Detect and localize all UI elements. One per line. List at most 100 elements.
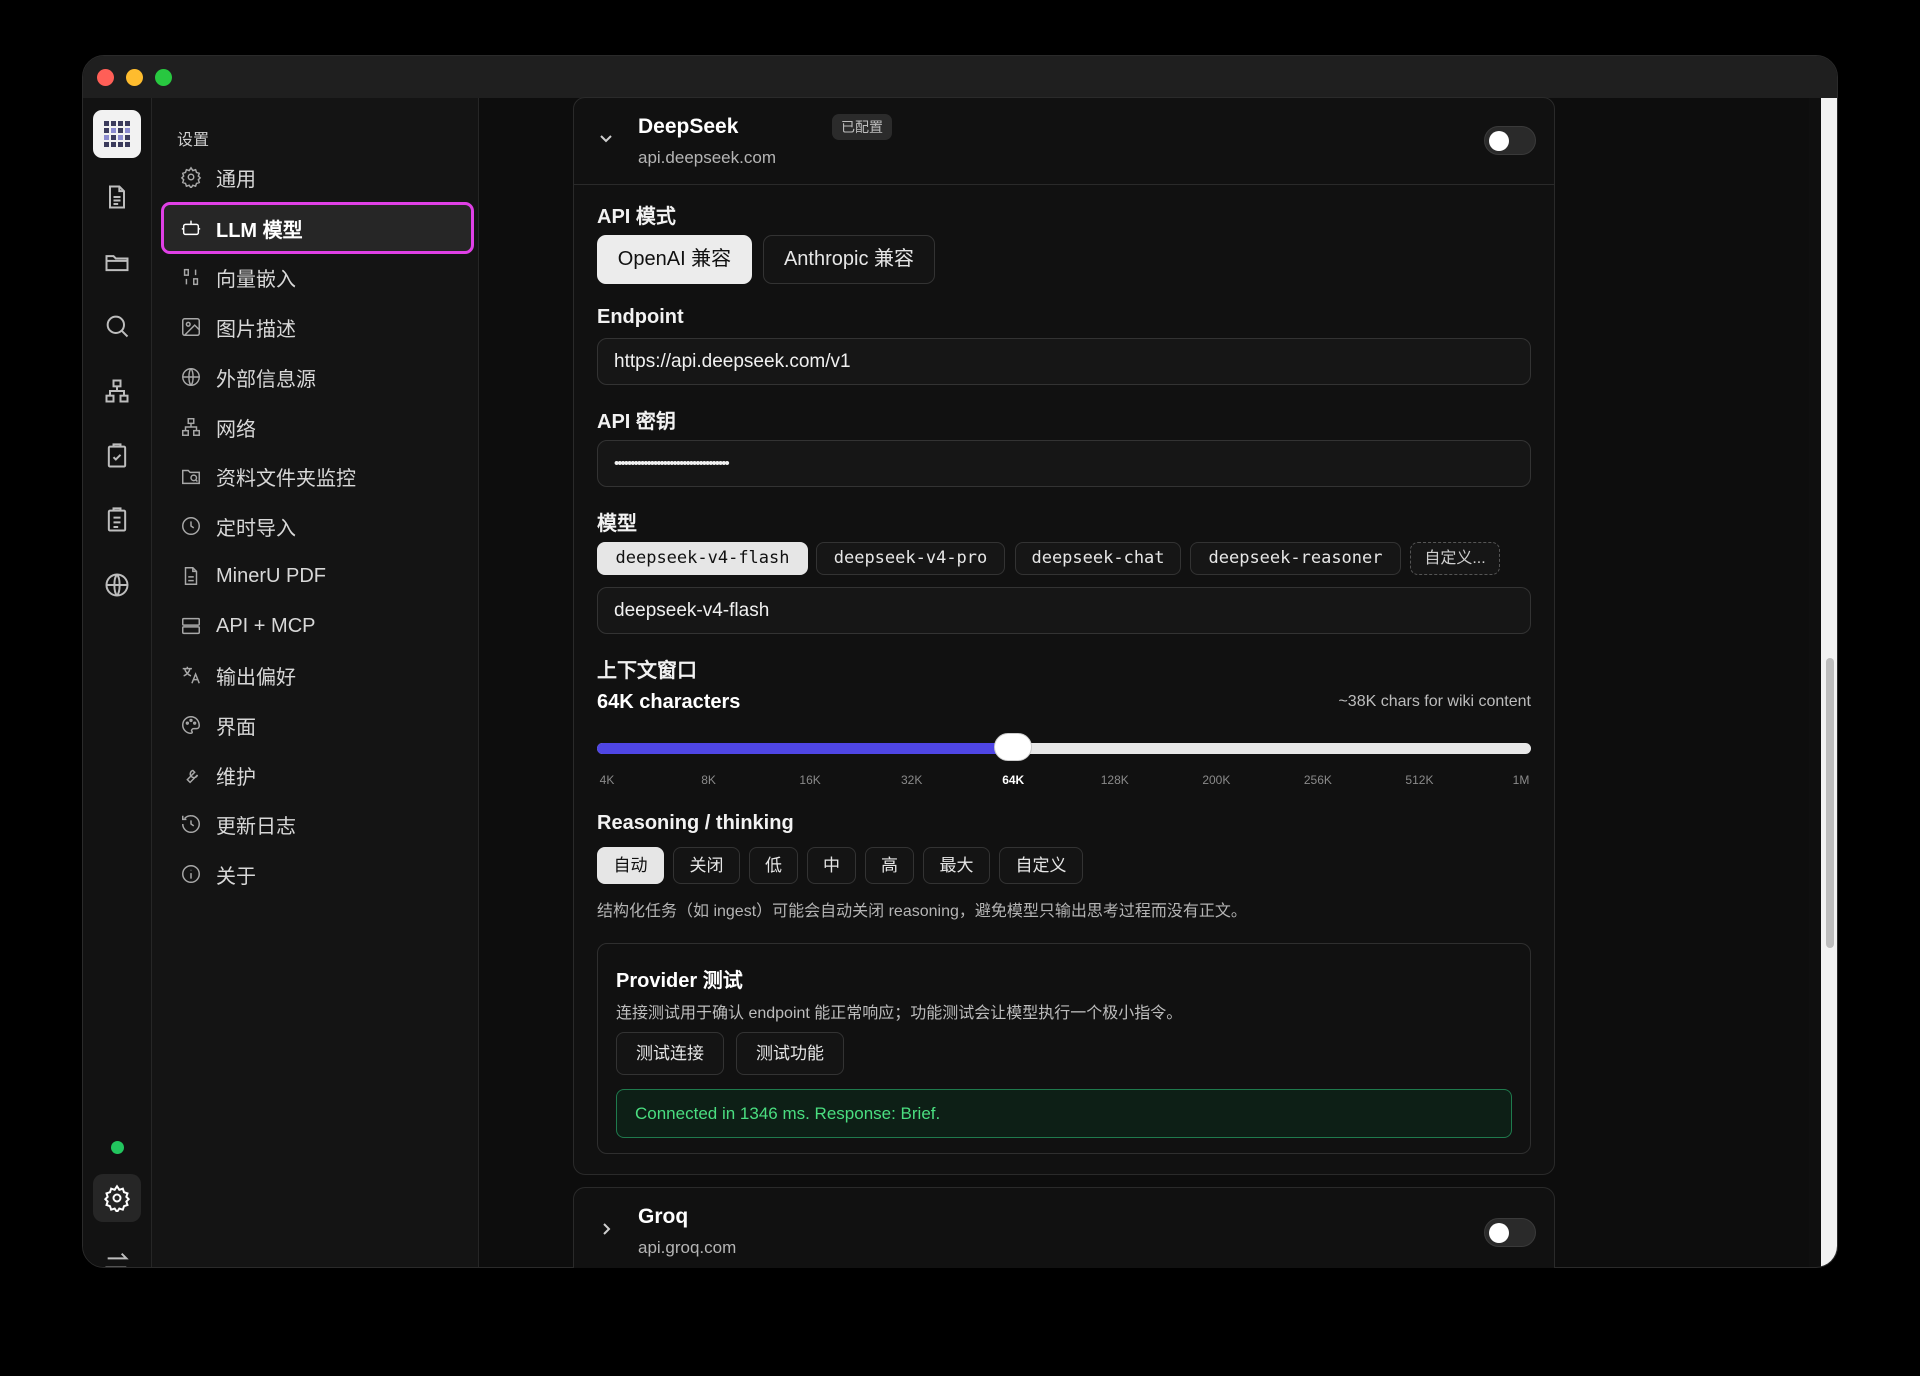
- provider-header[interactable]: Groq api.groq.com: [574, 1188, 1554, 1268]
- reasoning-option-auto[interactable]: 自动: [597, 847, 664, 884]
- slider-tick-label[interactable]: 4K: [600, 773, 615, 787]
- globe-icon[interactable]: [93, 561, 141, 609]
- minimize-window-button[interactable]: [126, 69, 143, 86]
- slider-tick-label[interactable]: 1M: [1513, 773, 1530, 787]
- sidebar-item-label: 关于: [216, 865, 256, 888]
- sidebar-item-about[interactable]: 关于: [164, 851, 479, 897]
- sidebar-item-image-description[interactable]: 图片描述: [164, 304, 479, 350]
- sidebar-item-mineru-pdf[interactable]: MinerU PDF: [164, 553, 479, 599]
- test-result-message: Connected in 1346 ms. Response: Brief.: [616, 1089, 1512, 1138]
- model-input[interactable]: deepseek-v4-flash: [597, 587, 1531, 634]
- provider-name: Groq: [638, 1205, 689, 1228]
- reasoning-option-max[interactable]: 最大: [923, 847, 990, 884]
- translate-icon: [182, 666, 200, 684]
- close-window-button[interactable]: [97, 69, 114, 86]
- provider-enable-toggle[interactable]: [1484, 1218, 1536, 1247]
- test-connection-button[interactable]: 测试连接: [616, 1032, 724, 1075]
- reasoning-option-low[interactable]: 低: [749, 847, 798, 884]
- gear-icon[interactable]: [93, 1174, 141, 1222]
- status-dot: [111, 1141, 124, 1154]
- slider-tick-label[interactable]: 8K: [701, 773, 716, 787]
- image-icon: [182, 318, 200, 336]
- test-function-button[interactable]: 测试功能: [736, 1032, 844, 1075]
- slider-handle[interactable]: [994, 733, 1033, 761]
- provider-host: api.groq.com: [638, 1238, 737, 1257]
- endpoint-input[interactable]: https://api.deepseek.com/v1: [597, 338, 1531, 385]
- sidebar-item-interface[interactable]: 界面: [164, 702, 479, 748]
- model-chip[interactable]: deepseek-v4-pro: [816, 542, 1005, 575]
- slider-tick-label[interactable]: 512K: [1405, 773, 1433, 787]
- slider-tick-label[interactable]: 128K: [1101, 773, 1129, 787]
- sitemap-icon[interactable]: [93, 367, 141, 415]
- sidebar-item-general[interactable]: 通用: [164, 154, 479, 200]
- sidebar-item-api-mcp[interactable]: API + MCP: [164, 603, 479, 649]
- model-chip[interactable]: deepseek-v4-flash: [597, 542, 808, 575]
- sidebar-item-label: MinerU PDF: [216, 564, 327, 587]
- history-icon: [182, 815, 200, 833]
- context-window-slider[interactable]: [597, 733, 1531, 761]
- zoom-window-button[interactable]: [155, 69, 172, 86]
- chevron-down-icon[interactable]: [596, 128, 616, 148]
- sidebar-item-label: 定时导入: [216, 517, 296, 540]
- slider-tick-label[interactable]: 64K: [1002, 773, 1024, 787]
- server-icon: [182, 617, 200, 635]
- app-logo-icon[interactable]: [93, 110, 141, 158]
- model-chip[interactable]: deepseek-chat: [1015, 542, 1181, 575]
- sidebar-item-folder-monitor[interactable]: 资料文件夹监控: [164, 453, 479, 499]
- provider-header[interactable]: DeepSeek 已配置 api.deepseek.com: [574, 98, 1554, 184]
- provider-test-panel: Provider 测试 连接测试用于确认 endpoint 能正常响应；功能测试…: [597, 943, 1531, 1154]
- api-mode-anthropic-button[interactable]: Anthropic 兼容: [763, 235, 935, 284]
- sidebar-item-label: 界面: [216, 716, 256, 739]
- provider-name: DeepSeek: [638, 115, 739, 138]
- sidebar-heading: 设置: [177, 132, 210, 149]
- swap-icon[interactable]: [93, 1239, 141, 1267]
- sidebar-item-label: 外部信息源: [216, 368, 316, 391]
- slider-tick-label[interactable]: 200K: [1202, 773, 1230, 787]
- sidebar-item-llm-models[interactable]: LLM 模型: [161, 202, 474, 254]
- divider: [574, 184, 1554, 185]
- model-chip[interactable]: deepseek-reasoner: [1190, 542, 1401, 575]
- network-icon: [182, 418, 200, 436]
- scroll-thumb[interactable]: [1826, 658, 1834, 948]
- provider-test-title: Provider 测试: [616, 970, 743, 992]
- gear-icon: [180, 166, 202, 188]
- wrench-icon: [186, 769, 199, 784]
- custom-model-chip[interactable]: 自定义...: [1410, 542, 1500, 575]
- sidebar-item-label: 输出偏好: [216, 666, 296, 689]
- sidebar-item-vector-embedding[interactable]: 向量嵌入: [164, 254, 479, 300]
- sidebar-item-scheduled-import[interactable]: 定时导入: [164, 503, 479, 549]
- sidebar-item-label: 维护: [216, 766, 256, 789]
- api-key-input[interactable]: •••••••••••••••••••••••••••••••••••: [597, 440, 1531, 487]
- sidebar-item-label: 资料文件夹监控: [216, 467, 356, 490]
- reasoning-option-high[interactable]: 高: [865, 847, 914, 884]
- sidebar-item-external-sources[interactable]: 外部信息源: [164, 354, 479, 400]
- folder-icon[interactable]: [93, 238, 141, 286]
- api-mode-openai-button[interactable]: OpenAI 兼容: [597, 235, 752, 284]
- sidebar-item-maintenance[interactable]: 维护: [164, 752, 479, 798]
- sidebar-item-changelog[interactable]: 更新日志: [164, 801, 479, 847]
- sidebar-item-label: API + MCP: [216, 614, 316, 637]
- chevron-right-icon[interactable]: [596, 1219, 616, 1239]
- slider-tick-label[interactable]: 16K: [799, 773, 820, 787]
- scrollbar[interactable]: [1821, 98, 1837, 1267]
- sidebar-item-network[interactable]: 网络: [164, 404, 479, 450]
- clipboard-check-icon[interactable]: [93, 432, 141, 480]
- sidebar-item-label: 更新日志: [216, 815, 296, 838]
- search-icon[interactable]: [93, 302, 141, 350]
- clipboard-list-icon[interactable]: [93, 496, 141, 544]
- slider-fill: [597, 743, 1014, 754]
- slider-tick-label[interactable]: 32K: [901, 773, 922, 787]
- reasoning-option-medium[interactable]: 中: [807, 847, 856, 884]
- document-icon[interactable]: [93, 173, 141, 221]
- context-window-value: 64K characters: [597, 691, 741, 713]
- endpoint-label: Endpoint: [597, 306, 684, 328]
- globe-icon: [182, 368, 200, 386]
- reasoning-option-custom[interactable]: 自定义: [999, 847, 1083, 884]
- reasoning-option-off[interactable]: 关闭: [673, 847, 740, 884]
- sidebar-item-output-preferences[interactable]: 输出偏好: [164, 652, 479, 698]
- provider-enable-toggle[interactable]: [1484, 126, 1536, 155]
- api-mode-label: API 模式: [597, 206, 676, 228]
- palette-icon: [182, 716, 200, 734]
- configured-badge: 已配置: [832, 114, 892, 140]
- slider-tick-label[interactable]: 256K: [1304, 773, 1332, 787]
